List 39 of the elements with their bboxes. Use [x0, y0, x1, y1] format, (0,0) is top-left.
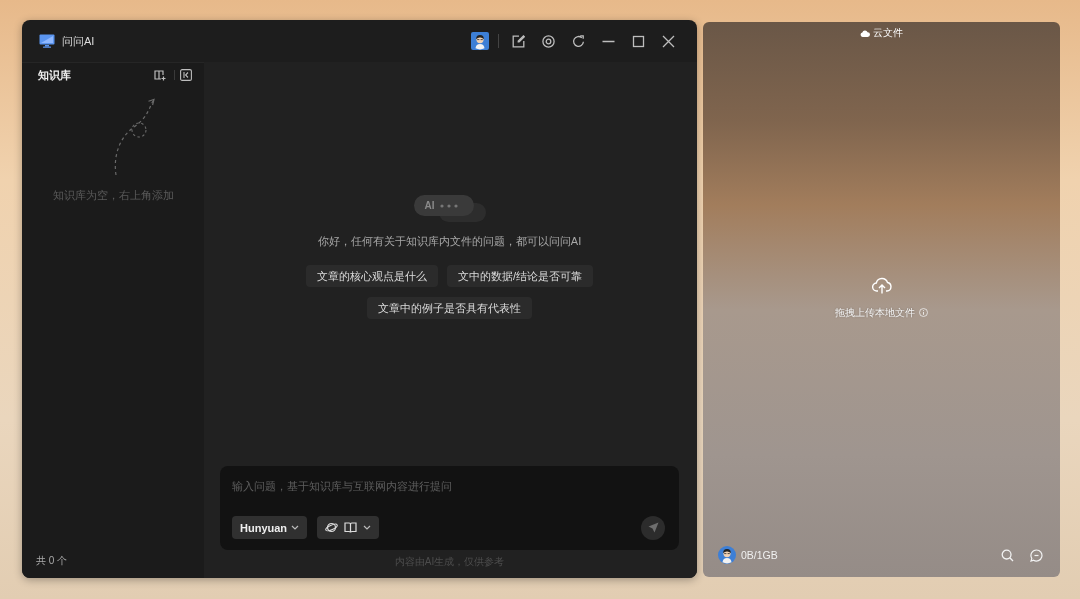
cloud-icon: [860, 29, 870, 37]
refresh-icon: [571, 34, 585, 48]
item-count: 共 0 个: [35, 554, 69, 568]
search-icon: [1001, 548, 1014, 562]
add-book-button[interactable]: [154, 69, 166, 81]
question-input[interactable]: 输入问题，基于知识库与互联网内容进行提问: [232, 476, 667, 496]
storage-usage: 0B/1GB: [741, 549, 779, 561]
book-icon: [344, 521, 358, 534]
source-dropdown[interactable]: [317, 516, 380, 539]
greeting-text: 你好，任何有关于知识库内文件的问题，都可以问问AI: [317, 234, 582, 249]
maximize-icon: [631, 34, 645, 48]
monitor-icon: [39, 34, 55, 48]
target-icon: [541, 34, 555, 48]
send-button[interactable]: [641, 515, 665, 540]
upload-icon[interactable]: [871, 276, 892, 294]
edit-icon: [511, 34, 525, 48]
suggestion-chip[interactable]: 文中的数据/结论是否可靠: [446, 265, 594, 287]
model-dropdown[interactable]: Hunyuan: [232, 516, 308, 539]
avatar-icon: [718, 546, 736, 564]
ai-label: AI: [424, 200, 435, 211]
avatar-icon[interactable]: [471, 32, 489, 50]
book-add-icon: [154, 69, 166, 81]
chat-button[interactable]: [1030, 548, 1043, 562]
typing-dots-icon: [439, 203, 458, 208]
search-button[interactable]: [1001, 548, 1014, 562]
chevron-down-icon: [291, 525, 300, 530]
sidebar-title: 知识库: [38, 67, 72, 83]
panel-title: 云文件: [873, 26, 903, 40]
send-icon: [647, 522, 659, 533]
upload-hint: 拖拽上传本地文件: [835, 305, 915, 320]
chat-icon: [1030, 548, 1043, 562]
collapse-button[interactable]: [180, 69, 192, 81]
suggestion-chip[interactable]: 文章中的例子是否具有代表性: [367, 297, 532, 319]
window-title: 问问AI: [62, 33, 95, 49]
suggestion-chip[interactable]: 文章的核心观点是什么: [305, 265, 438, 287]
chevron-down-icon: [363, 525, 372, 530]
close-icon: [661, 34, 675, 48]
collapse-icon: [180, 69, 192, 81]
planet-icon: [325, 521, 339, 534]
